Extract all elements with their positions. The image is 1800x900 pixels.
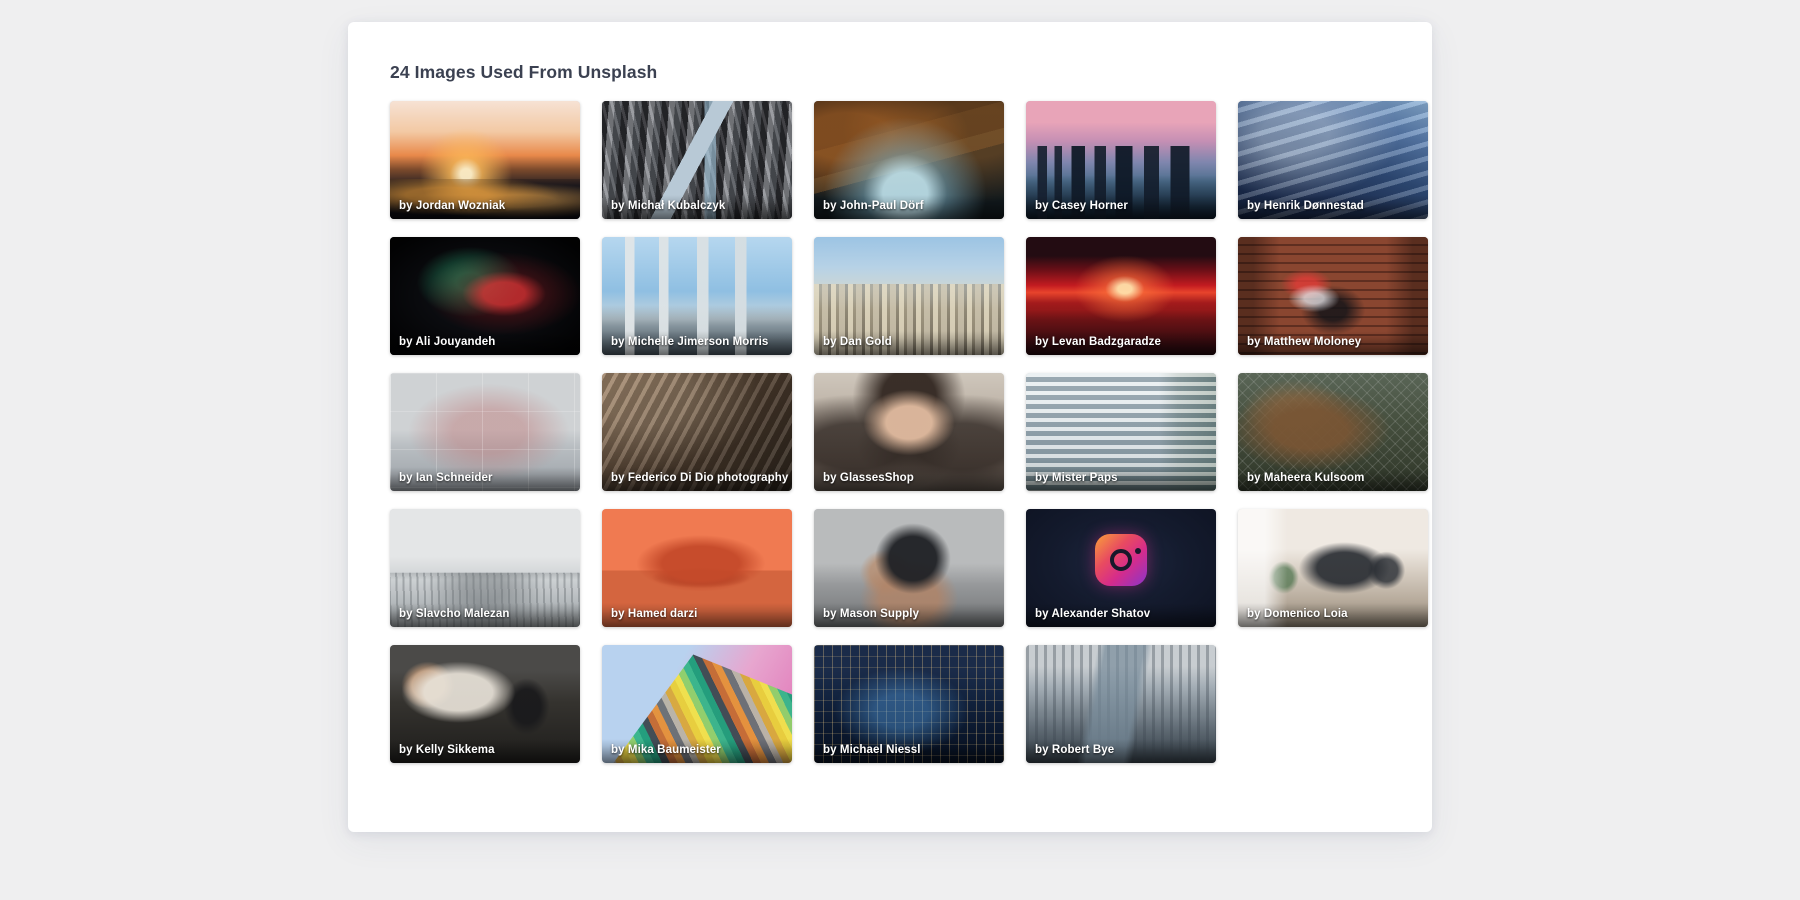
photo-credit-label: by Casey Horner xyxy=(1026,195,1216,219)
photo-credit-label: by Henrik Dønnestad xyxy=(1238,195,1428,219)
photo-credit-label: by Matthew Moloney xyxy=(1238,331,1428,355)
photo-credit-label: by Alexander Shatov xyxy=(1026,603,1216,627)
photo-credit-label: by Michał Kubalczyk xyxy=(602,195,792,219)
page-title: 24 Images Used From Unsplash xyxy=(390,62,1410,83)
gallery-thumbnail[interactable]: by Mister Paps xyxy=(1026,373,1216,491)
photo-credit-label: by Federico Di Dio photography xyxy=(602,467,792,491)
photo-credit-label: by Levan Badzgaradze xyxy=(1026,331,1216,355)
gallery-thumbnail[interactable]: by Domenico Loia xyxy=(1238,509,1428,627)
page-root: 24 Images Used From Unsplash by Jordan W… xyxy=(0,0,1800,900)
gallery-thumbnail[interactable]: by Federico Di Dio photography xyxy=(602,373,792,491)
photo-credit-label: by Slavcho Malezan xyxy=(390,603,580,627)
photo-credit-label: by Kelly Sikkema xyxy=(390,739,580,763)
photo-credit-label: by Domenico Loia xyxy=(1238,603,1428,627)
photo-credit-label: by Mika Baumeister xyxy=(602,739,792,763)
gallery-thumbnail[interactable]: by Mika Baumeister xyxy=(602,645,792,763)
gallery-thumbnail[interactable]: by Jordan Wozniak xyxy=(390,101,580,219)
gallery-thumbnail[interactable]: by Henrik Dønnestad xyxy=(1238,101,1428,219)
gallery-thumbnail[interactable]: by Ian Schneider xyxy=(390,373,580,491)
photo-credit-label: by Mason Supply xyxy=(814,603,1004,627)
gallery-thumbnail[interactable]: by Mason Supply xyxy=(814,509,1004,627)
gallery-thumbnail[interactable]: by Robert Bye xyxy=(1026,645,1216,763)
gallery-thumbnail[interactable]: by Kelly Sikkema xyxy=(390,645,580,763)
photo-credit-label: by Hamed darzi xyxy=(602,603,792,627)
photo-credit-label: by GlassesShop xyxy=(814,467,1004,491)
gallery-thumbnail[interactable]: by Casey Horner xyxy=(1026,101,1216,219)
unsplash-credits-card: 24 Images Used From Unsplash by Jordan W… xyxy=(348,22,1432,832)
gallery-thumbnail[interactable]: by Alexander Shatov xyxy=(1026,509,1216,627)
photo-credit-label: by Dan Gold xyxy=(814,331,1004,355)
gallery-thumbnail[interactable]: by John-Paul Dörf xyxy=(814,101,1004,219)
photo-credit-label: by Jordan Wozniak xyxy=(390,195,580,219)
instagram-icon xyxy=(1110,549,1132,571)
gallery-thumbnail[interactable]: by Ali Jouyandeh xyxy=(390,237,580,355)
photo-credit-label: by Maheera Kulsoom xyxy=(1238,467,1428,491)
photo-credit-label: by Michael Niessl xyxy=(814,739,1004,763)
gallery-thumbnail[interactable]: by Michelle Jimerson Morris xyxy=(602,237,792,355)
photo-credit-label: by Mister Paps xyxy=(1026,467,1216,491)
photo-credit-label: by Ali Jouyandeh xyxy=(390,331,580,355)
gallery-thumbnail[interactable]: by Maheera Kulsoom xyxy=(1238,373,1428,491)
photo-credit-label: by Robert Bye xyxy=(1026,739,1216,763)
gallery-thumbnail[interactable]: by Matthew Moloney xyxy=(1238,237,1428,355)
gallery-thumbnail[interactable]: by Dan Gold xyxy=(814,237,1004,355)
gallery-thumbnail[interactable]: by Slavcho Malezan xyxy=(390,509,580,627)
photo-credit-label: by Ian Schneider xyxy=(390,467,580,491)
gallery-thumbnail[interactable]: by Hamed darzi xyxy=(602,509,792,627)
photo-credit-label: by John-Paul Dörf xyxy=(814,195,1004,219)
photo-credit-label: by Michelle Jimerson Morris xyxy=(602,331,792,355)
gallery-thumbnail[interactable]: by Michael Niessl xyxy=(814,645,1004,763)
image-gallery-grid: by Jordan Wozniak by Michał Kubalczyk by J… xyxy=(390,101,1410,763)
gallery-thumbnail[interactable]: by Michał Kubalczyk xyxy=(602,101,792,219)
gallery-thumbnail[interactable]: by Levan Badzgaradze xyxy=(1026,237,1216,355)
gallery-thumbnail[interactable]: by GlassesShop xyxy=(814,373,1004,491)
